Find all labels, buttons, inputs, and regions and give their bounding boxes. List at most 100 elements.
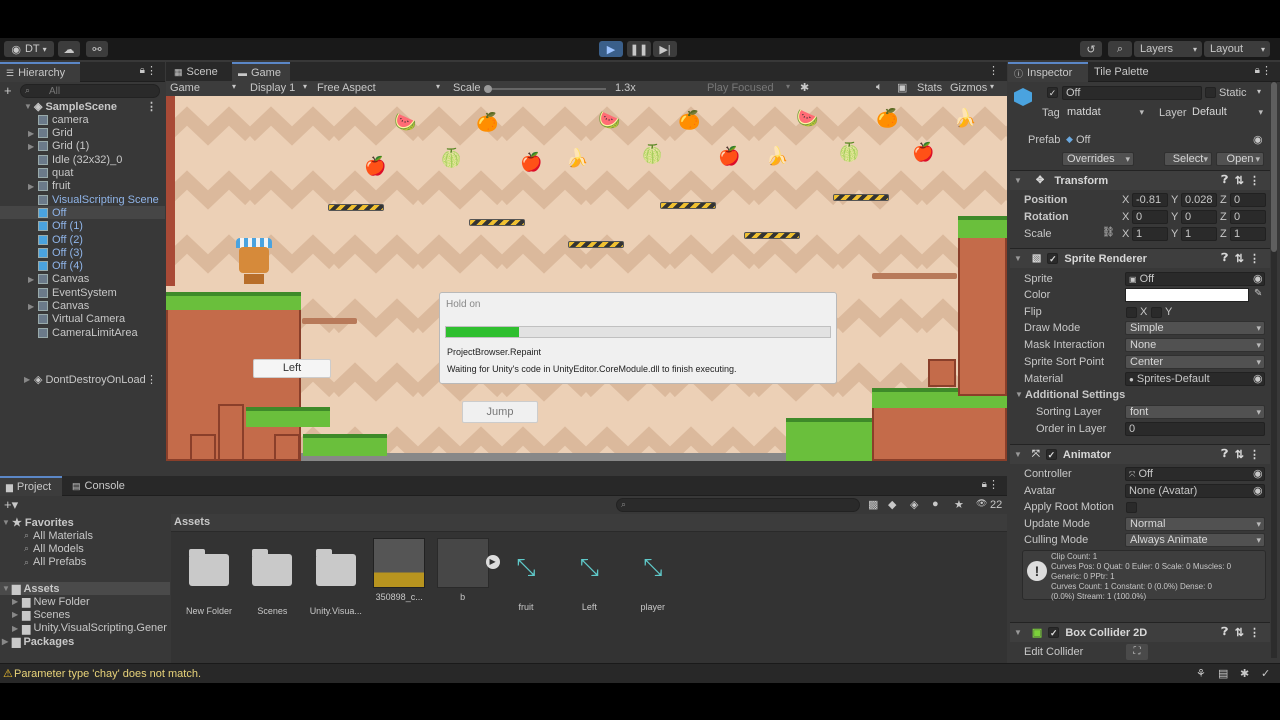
create-icon[interactable]: +▾ — [4, 497, 18, 513]
chevron-down-icon[interactable]: ▾ — [1257, 87, 1261, 96]
asset-folder-item[interactable]: ▶ ▆ New Folder — [0, 595, 170, 609]
history-icon[interactable]: ↺ — [1080, 41, 1102, 57]
tab-console[interactable]: ▤ Console — [66, 476, 136, 496]
draw-mode-dropdown[interactable]: Simple — [1125, 321, 1265, 335]
tag-icon[interactable]: ◈ — [910, 498, 918, 511]
play-focused-dropdown[interactable]: Play Focused — [707, 82, 774, 94]
asset-item[interactable]: Scenes — [242, 538, 302, 616]
link-icon[interactable]: ⛓ — [1102, 227, 1115, 238]
add-icon[interactable]: + — [4, 83, 12, 98]
additional-settings-label[interactable]: Additional Settings — [1025, 389, 1125, 401]
hierarchy-item[interactable]: Off (2) — [0, 233, 165, 246]
favorite-item[interactable]: ⌕ All Models — [0, 542, 165, 555]
transform-header[interactable]: ▼ ✥ Transform ❓︎ ⇅ ⋮ — [1010, 170, 1270, 190]
box-collider-enabled-checkbox[interactable]: ✓ — [1048, 627, 1060, 638]
asset-item[interactable]: ⤡ fruit — [496, 538, 556, 612]
more-icon[interactable]: ⋮ — [1249, 448, 1260, 461]
mask-interaction-dropdown[interactable]: None — [1125, 338, 1265, 352]
help-icon[interactable]: ❓︎ — [1221, 174, 1228, 187]
collab-icon[interactable]: ⚯ — [86, 41, 108, 57]
hierarchy-item[interactable]: EventSystem — [0, 286, 165, 299]
asset-item[interactable]: ⤡ Left — [559, 538, 619, 612]
rotation-x-field[interactable]: 0 — [1132, 210, 1168, 224]
more-icon[interactable]: ⋮ — [988, 478, 999, 491]
material-field[interactable]: ● Sprites-Default — [1125, 372, 1265, 386]
scale-slider[interactable] — [484, 85, 606, 93]
lock-icon[interactable]: 🔒︎ — [982, 479, 987, 490]
asset-item[interactable]: New Folder — [179, 538, 239, 616]
scene-row[interactable]: ▼ ◈ SampleScene ⋮ — [0, 100, 165, 114]
help-icon[interactable]: ❓︎ — [1221, 448, 1228, 461]
cloud-icon[interactable]: ☁ — [58, 41, 80, 57]
hierarchy-item[interactable]: Idle (32x32)_0 — [0, 153, 165, 166]
lock-icon[interactable]: 🔒︎ — [1255, 65, 1260, 76]
favorite-item[interactable]: ⌕ All Prefabs — [0, 556, 165, 569]
filter-type-icon[interactable]: ▩ — [868, 498, 878, 511]
layout-dropdown[interactable]: Layout ▾ — [1204, 41, 1270, 57]
network-icon[interactable]: ⚘ — [1196, 667, 1206, 680]
sprite-renderer-header[interactable]: ▼ ▧ ✓ Sprite Renderer ❓︎ ⇅ ⋮ — [1010, 248, 1270, 268]
rotation-z-field[interactable]: 0 — [1230, 210, 1266, 224]
more-icon[interactable]: ⋮ — [1261, 64, 1272, 77]
tab-tile-palette[interactable]: Tile Palette — [1088, 62, 1168, 82]
hierarchy-item[interactable]: ▶ Canvas — [0, 273, 165, 286]
asset-item[interactable]: ⤡ player — [623, 538, 683, 612]
display-dropdown[interactable]: Display 1 — [250, 82, 295, 94]
hierarchy-item[interactable]: camera — [0, 113, 165, 126]
assets-row[interactable]: ▼ ▆ Assets — [0, 582, 170, 595]
hierarchy-item[interactable]: Virtual Camera — [0, 313, 165, 326]
account-dropdown[interactable]: ◉ DT ▾ — [4, 41, 54, 57]
update-mode-dropdown[interactable]: Normal — [1125, 517, 1265, 531]
root-motion-checkbox[interactable] — [1126, 502, 1137, 513]
hierarchy-item[interactable]: CameraLimitArea — [0, 326, 165, 339]
target-icon[interactable]: ◉ — [1253, 272, 1263, 285]
asset-item[interactable]: ▶ b — [433, 538, 500, 602]
color-swatch[interactable] — [1125, 288, 1249, 302]
eyedropper-icon[interactable]: ✎ — [1254, 288, 1262, 299]
object-name-field[interactable]: Off — [1062, 86, 1202, 100]
pause-button[interactable]: ❚❚ — [627, 41, 651, 57]
target-icon[interactable]: ◉ — [1253, 372, 1263, 385]
help-icon[interactable]: ❓︎ — [1221, 626, 1228, 639]
packages-row[interactable]: ▶ ▆ Packages — [0, 635, 165, 649]
layers-dropdown[interactable]: Layers ▾ — [1134, 41, 1202, 57]
tab-hierarchy[interactable]: ☰ Hierarchy — [0, 62, 80, 82]
more-icon[interactable]: ⋮ — [1249, 174, 1260, 187]
mute-audio-icon[interactable]: 🔈︎ — [876, 81, 883, 94]
preset-icon[interactable]: ⇅ — [1235, 252, 1244, 265]
more-icon[interactable]: ⋮ — [146, 100, 157, 113]
hierarchy-item[interactable]: Off (4) — [0, 260, 165, 273]
help-icon[interactable]: ❓︎ — [1221, 252, 1228, 265]
hierarchy-item[interactable]: ▶ Grid — [0, 127, 165, 140]
lock-icon[interactable]: 🔒︎ — [140, 65, 145, 76]
debug-icon[interactable]: ✱ — [1240, 667, 1249, 680]
hierarchy-item[interactable]: VisualScripting Scene — [0, 193, 165, 206]
favorite-item[interactable]: ⌕ All Materials — [0, 529, 165, 542]
favorites-row[interactable]: ▼ ★ Favorites — [0, 516, 165, 530]
position-z-field[interactable]: 0 — [1230, 193, 1266, 207]
stats-button[interactable]: Stats — [917, 82, 942, 94]
rotation-y-field[interactable]: 0 — [1181, 210, 1217, 224]
culling-mode-dropdown[interactable]: Always Animate — [1125, 533, 1265, 547]
open-button[interactable]: Open — [1216, 152, 1264, 166]
hierarchy-item[interactable]: Off — [0, 206, 165, 220]
select-button[interactable]: Select — [1164, 152, 1212, 166]
bug-icon[interactable]: ✱ — [800, 81, 809, 94]
check-icon[interactable]: ✓ — [1261, 667, 1270, 680]
left-button[interactable]: Left — [253, 359, 331, 378]
expand-arrow-icon[interactable]: ▼ — [1015, 390, 1023, 399]
more-icon[interactable]: ⋮ — [1249, 252, 1260, 265]
hierarchy-item[interactable]: ▶ fruit — [0, 180, 165, 193]
dontdestroy-row[interactable]: ▶ ◈ DontDestroyOnLoad ⋮ — [0, 373, 165, 387]
animator-enabled-checkbox[interactable]: ✓ — [1045, 449, 1057, 460]
target-icon[interactable]: ◉ — [1253, 133, 1263, 146]
game-mode-dropdown[interactable]: Game — [170, 82, 200, 94]
tab-inspector[interactable]: ⓘ Inspector — [1008, 62, 1088, 82]
project-search-input[interactable]: ⌕ — [616, 498, 860, 512]
maximize-icon[interactable]: ▣ — [897, 81, 907, 94]
target-icon[interactable]: ◉ — [1253, 467, 1263, 480]
asset-item[interactable]: Unity.Visua... — [306, 538, 366, 616]
search-icon[interactable]: ⌕ — [1108, 41, 1132, 57]
hierarchy-item[interactable]: quat — [0, 167, 165, 180]
asset-folder-item[interactable]: ▶ ▆ Scenes — [0, 608, 170, 622]
